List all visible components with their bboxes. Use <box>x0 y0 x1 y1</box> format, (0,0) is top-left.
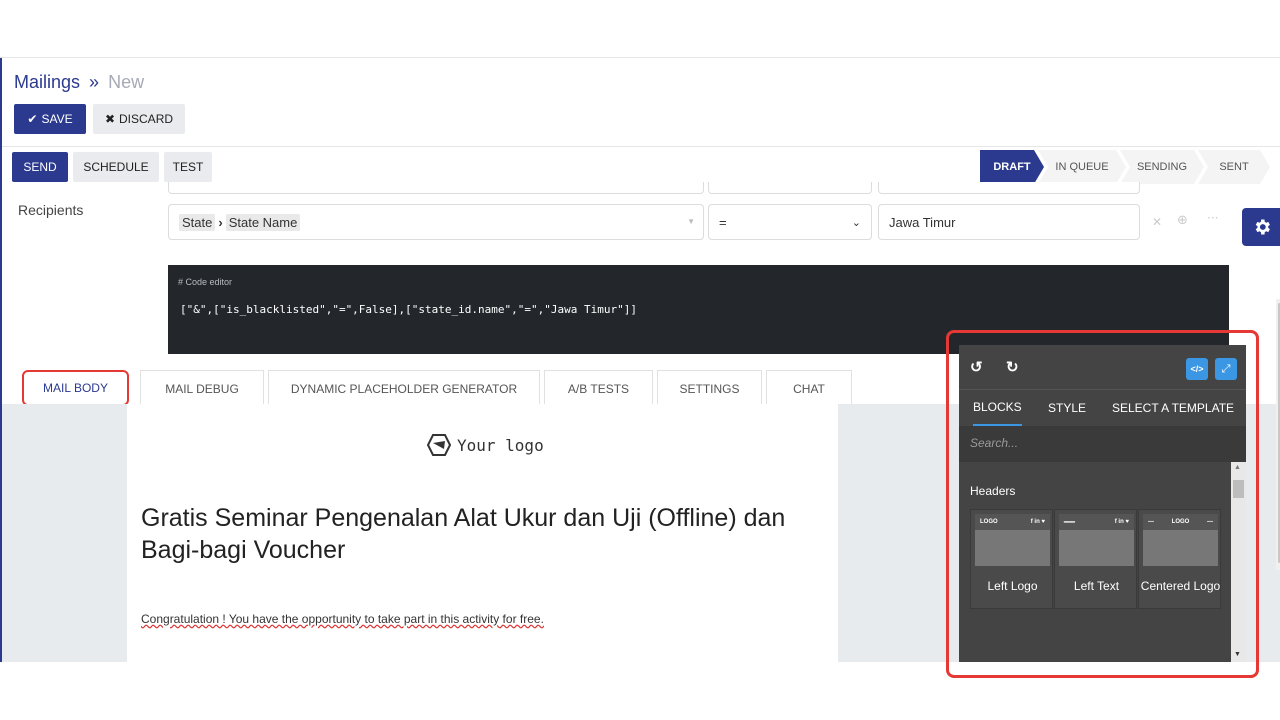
check-icon: ✔ <box>27 112 38 126</box>
logo-icon <box>427 434 451 456</box>
stage-label: DRAFT <box>993 161 1031 173</box>
discard-button[interactable]: ✖ DISCARD <box>93 104 185 134</box>
domain-field-path-input[interactable]: State › State Name ▼ <box>168 204 704 240</box>
divider <box>2 146 1280 147</box>
stage-label: SENDING <box>1136 161 1188 173</box>
tab-mail-debug[interactable]: MAIL DEBUG <box>140 370 264 406</box>
test-button[interactable]: TEST <box>164 152 212 182</box>
recipients-label: Recipients <box>18 202 84 218</box>
breadcrumb: Mailings » New <box>14 72 144 93</box>
path-arrow: › <box>218 214 223 230</box>
tab-chat[interactable]: CHAT <box>766 370 852 406</box>
schedule-button[interactable]: SCHEDULE <box>73 152 159 182</box>
test-label: TEST <box>172 160 204 174</box>
stage-sending[interactable]: SENDING <box>1120 150 1204 184</box>
tab-mail-body[interactable]: MAIL BODY <box>22 370 129 406</box>
delete-rule-icon[interactable]: ✕ <box>1152 215 1162 229</box>
gear-icon <box>1255 219 1270 235</box>
add-rule-icon[interactable]: ⊕ <box>1177 213 1188 228</box>
more-options-icon[interactable]: ··· <box>1207 211 1218 225</box>
operator-value: = <box>719 214 727 230</box>
path-chip-state: State <box>179 213 216 231</box>
chevron-down-icon: ⌄ <box>851 216 861 229</box>
tab-label: SETTINGS <box>679 381 740 396</box>
logo-text: Your logo <box>457 435 544 455</box>
operator-select[interactable]: = ⌄ <box>708 204 872 240</box>
save-label: SAVE <box>41 112 73 126</box>
tab-label: DYNAMIC PLACEHOLDER GENERATOR <box>290 381 518 396</box>
send-button[interactable]: SEND <box>12 152 68 182</box>
save-button[interactable]: ✔ SAVE <box>14 104 86 134</box>
mail-logo[interactable]: Your logo <box>427 434 544 456</box>
stage-label: SENT <box>1219 161 1249 173</box>
code-editor-domain[interactable]: ["&",["is_blacklisted","=",False],["stat… <box>180 303 637 316</box>
browser-top-area <box>0 0 1280 58</box>
code-editor-header: # Code editor <box>178 277 233 287</box>
send-label: SEND <box>23 160 57 174</box>
breadcrumb-separator: » <box>89 72 100 92</box>
value-input[interactable]: Jawa Timur <box>878 204 1140 240</box>
close-icon: ✖ <box>104 112 116 126</box>
tab-label: MAIL BODY <box>43 381 108 395</box>
mail-heading[interactable]: Gratis Seminar Pengenalan Alat Ukur dan … <box>141 502 831 566</box>
tab-label: A/B TESTS <box>567 381 630 396</box>
tab-label: CHAT <box>793 381 825 396</box>
value-text: Jawa Timur <box>889 214 956 230</box>
tab-label: MAIL DEBUG <box>165 381 239 396</box>
path-chip-state-name: State Name <box>225 213 301 231</box>
previous-rule-field <box>168 182 704 194</box>
stage-in-queue[interactable]: IN QUEUE <box>1038 150 1126 184</box>
settings-gear-button[interactable] <box>1242 208 1280 246</box>
breadcrumb-parent[interactable]: Mailings <box>14 72 80 92</box>
schedule-label: SCHEDULE <box>83 160 149 174</box>
discard-label: DISCARD <box>119 112 174 126</box>
tab-ab-tests[interactable]: A/B TESTS <box>544 370 653 406</box>
previous-rule-value <box>878 182 1140 194</box>
mail-paragraph[interactable]: Congratulation ! You have the opportunit… <box>141 612 544 626</box>
breadcrumb-current: New <box>108 72 145 92</box>
tab-settings[interactable]: SETTINGS <box>657 370 762 406</box>
stage-sent[interactable]: SENT <box>1198 150 1270 184</box>
previous-rule-operator <box>708 182 872 194</box>
highlight-box-builder <box>946 330 1259 678</box>
mail-body-preview[interactable]: Your logo Gratis Seminar Pengenalan Alat… <box>127 404 838 662</box>
tab-dynamic-placeholder[interactable]: DYNAMIC PLACEHOLDER GENERATOR <box>268 370 540 406</box>
stage-label: IN QUEUE <box>1055 161 1109 173</box>
dropdown-caret-icon: ▼ <box>687 217 695 226</box>
stage-draft[interactable]: DRAFT <box>980 150 1044 184</box>
